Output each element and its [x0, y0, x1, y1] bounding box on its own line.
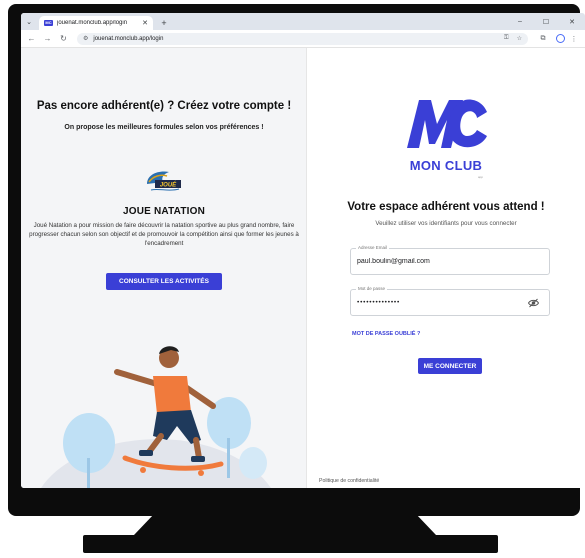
- club-logo-text: JOUÉ: [160, 181, 177, 189]
- chevron-down-icon[interactable]: ⌄: [21, 13, 37, 30]
- login-subtitle: Veuillez utiliser vos identifiants pour …: [375, 220, 517, 227]
- tune-icon[interactable]: ⚙: [83, 35, 88, 42]
- privacy-policy-link[interactable]: Politique de confidentialité: [319, 478, 379, 484]
- reload-icon[interactable]: ↻: [57, 32, 70, 45]
- email-label: Adresse Email: [356, 245, 390, 250]
- login-button[interactable]: ME CONNECTER: [418, 358, 482, 374]
- arrow-left-icon[interactable]: ←: [25, 32, 38, 45]
- kebab-menu-icon[interactable]: ⋮: [567, 32, 581, 46]
- web-page: Pas encore adhérent(e) ? Créez votre com…: [21, 48, 585, 488]
- password-label: Mot de passe: [356, 286, 388, 291]
- login-panel: MON CLUB app Votre espace adhérent vous …: [307, 48, 585, 488]
- close-icon[interactable]: ✕: [559, 13, 585, 30]
- signup-promo-panel: Pas encore adhérent(e) ? Créez votre com…: [21, 48, 307, 488]
- skater-shirt: [153, 376, 191, 414]
- browser-tab-bar: ⌄ MC jouenat.monclub.app/login ✕ + – ☐ ✕: [21, 13, 585, 30]
- email-input[interactable]: [357, 258, 527, 265]
- forgot-password-link[interactable]: MOT DE PASSE OUBLIÉ ?: [352, 331, 420, 337]
- promo-title: Pas encore adhérent(e) ? Créez votre com…: [36, 100, 292, 112]
- window-controls: – ☐ ✕: [507, 13, 585, 30]
- address-bar[interactable]: ⚙ jouenat.monclub.app/login ⚿ ☆: [77, 32, 528, 45]
- password-field[interactable]: Mot de passe ••••••••••••••: [350, 286, 550, 316]
- browser-tab[interactable]: MC jouenat.monclub.app/login ✕: [39, 16, 153, 30]
- monitor-stand-base: [83, 535, 498, 553]
- arrow-right-icon[interactable]: →: [41, 32, 54, 45]
- password-input[interactable]: ••••••••••••••: [357, 299, 527, 306]
- puzzle-icon[interactable]: ⧉: [536, 32, 550, 46]
- profile-icon[interactable]: [556, 34, 565, 43]
- club-description: Joué Natation a pour mission de faire dé…: [29, 222, 299, 247]
- stage: ⌄ MC jouenat.monclub.app/login ✕ + – ☐ ✕…: [0, 0, 585, 558]
- login-title: Votre espace adhérent vous attend !: [347, 201, 545, 213]
- view-activities-button[interactable]: CONSULTER LES ACTIVITÉS: [106, 273, 222, 290]
- brand-tagline: app: [478, 175, 484, 179]
- skateboarder-illustration: [41, 346, 271, 488]
- monitor-stand-neck: [134, 516, 436, 535]
- star-icon[interactable]: ☆: [517, 35, 522, 42]
- key-icon[interactable]: ⚿: [504, 35, 509, 42]
- eye-slash-icon[interactable]: [528, 298, 539, 308]
- plus-icon[interactable]: +: [157, 16, 171, 30]
- mc-favicon-icon: MC: [44, 20, 53, 26]
- email-field[interactable]: Adresse Email: [350, 245, 550, 275]
- minimize-icon[interactable]: –: [507, 13, 533, 30]
- monitor-screen: ⌄ MC jouenat.monclub.app/login ✕ + – ☐ ✕…: [21, 13, 585, 488]
- joue-natation-logo-icon: JOUÉ: [147, 171, 181, 191]
- close-icon[interactable]: ✕: [142, 19, 148, 27]
- mon-club-logo-icon: [407, 99, 487, 148]
- tab-title: jouenat.monclub.app/login: [57, 20, 128, 26]
- club-name: JOUE NATATION: [122, 206, 206, 217]
- maximize-icon[interactable]: ☐: [533, 13, 559, 30]
- monitor-frame: ⌄ MC jouenat.monclub.app/login ✕ + – ☐ ✕…: [8, 4, 585, 516]
- browser-toolbar: ← → ↻ ⚙ jouenat.monclub.app/login ⚿ ☆ ⧉ …: [21, 30, 585, 48]
- bubble-small: [239, 447, 267, 479]
- promo-subtitle: On propose les meilleures formules selon…: [64, 124, 264, 131]
- url-text: jouenat.monclub.app/login: [93, 35, 164, 42]
- brand-name: MON CLUB: [409, 158, 483, 173]
